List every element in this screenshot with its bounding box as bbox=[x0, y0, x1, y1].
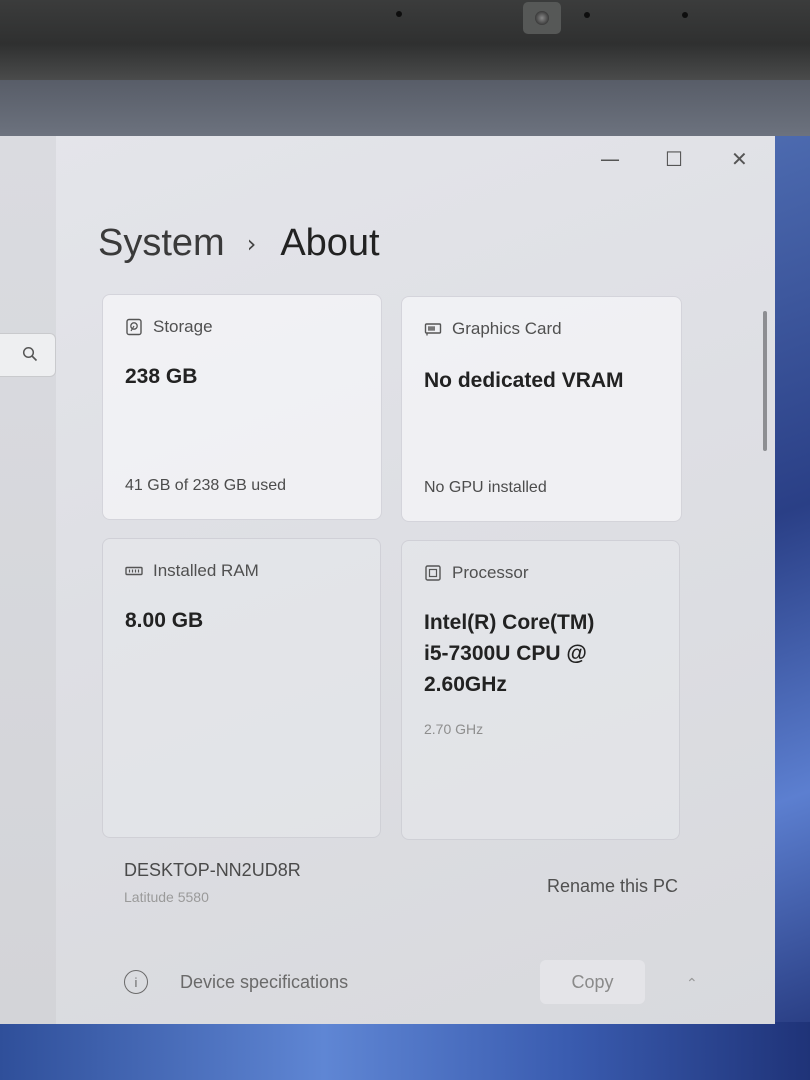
breadcrumb-separator: › bbox=[246, 229, 257, 258]
graphics-value: No dedicated VRAM bbox=[424, 369, 624, 392]
search-input[interactable] bbox=[0, 333, 56, 377]
info-icon: i bbox=[124, 970, 148, 994]
search-icon bbox=[22, 346, 38, 362]
processor-title-label: Processor bbox=[452, 563, 529, 582]
copy-button[interactable]: Copy bbox=[540, 960, 645, 1004]
processor-card[interactable]: Processor Intel(R) Core(TM) i5-7300U CPU… bbox=[401, 540, 680, 840]
bezel-sensor-dot bbox=[396, 11, 402, 17]
breadcrumb-parent-link[interactable]: System bbox=[98, 222, 225, 265]
memory-icon bbox=[125, 566, 143, 576]
ram-card-title: Installed RAM bbox=[125, 561, 259, 581]
ram-card[interactable]: Installed RAM 8.00 GB bbox=[102, 538, 381, 838]
scrollbar-thumb[interactable] bbox=[763, 311, 767, 451]
bezel-sensor-dot bbox=[682, 12, 688, 18]
ram-value: 8.00 GB bbox=[125, 609, 204, 632]
screen-top-edge bbox=[0, 80, 810, 136]
processor-chip-icon bbox=[425, 565, 441, 581]
desktop-wallpaper-bottom bbox=[0, 1022, 810, 1080]
chevron-up-icon[interactable]: ⌃ bbox=[686, 976, 698, 992]
processor-value: Intel(R) Core(TM) i5-7300U CPU @ 2.60GHz bbox=[424, 607, 594, 700]
device-model: Latitude 5580 bbox=[124, 889, 209, 905]
storage-card[interactable]: Storage 238 GB 41 GB of 238 GB used bbox=[102, 294, 382, 520]
settings-sidebar bbox=[0, 136, 56, 1024]
storage-drive-icon bbox=[126, 318, 142, 336]
maximize-button[interactable]: ☐ bbox=[665, 146, 683, 172]
breadcrumb: System › About bbox=[98, 222, 380, 265]
laptop-bezel bbox=[0, 0, 810, 80]
device-name: DESKTOP-NN2UD8R bbox=[124, 860, 301, 880]
rename-pc-button[interactable]: Rename this PC bbox=[547, 876, 678, 897]
processor-value-line: Intel(R) Core(TM) bbox=[424, 611, 595, 634]
device-specifications-label: Device specifications bbox=[180, 971, 349, 992]
processor-speed: 2.70 GHz bbox=[424, 721, 484, 737]
minimize-button[interactable]: — bbox=[600, 146, 620, 172]
processor-value-line: i5-7300U CPU @ bbox=[424, 642, 587, 665]
bezel-sensor-dot bbox=[584, 12, 590, 18]
page-title: About bbox=[280, 222, 380, 264]
processor-value-line: 2.60GHz bbox=[424, 673, 507, 696]
storage-title-label: Storage bbox=[153, 317, 213, 336]
graphics-status: No GPU installed bbox=[424, 479, 547, 496]
photo-stage: — ☐ ✕ System › About Storage 238 GB 41 G… bbox=[0, 0, 810, 1080]
graphics-card-title: Graphics Card bbox=[424, 319, 562, 339]
storage-value: 238 GB bbox=[125, 365, 198, 388]
storage-usage: 41 GB of 238 GB used bbox=[125, 477, 286, 494]
settings-window: — ☐ ✕ System › About Storage 238 GB 41 G… bbox=[0, 136, 775, 1024]
graphics-title-label: Graphics Card bbox=[452, 319, 562, 338]
ram-title-label: Installed RAM bbox=[153, 561, 259, 580]
webcam-icon bbox=[523, 2, 561, 34]
storage-card-title: Storage bbox=[125, 317, 213, 337]
graphics-card-icon bbox=[424, 323, 442, 336]
device-specifications-header[interactable]: i Device specifications bbox=[124, 970, 348, 994]
close-button[interactable]: ✕ bbox=[731, 146, 748, 172]
processor-card-title: Processor bbox=[424, 563, 529, 583]
graphics-card-card[interactable]: Graphics Card No dedicated VRAM No GPU i… bbox=[401, 296, 682, 522]
